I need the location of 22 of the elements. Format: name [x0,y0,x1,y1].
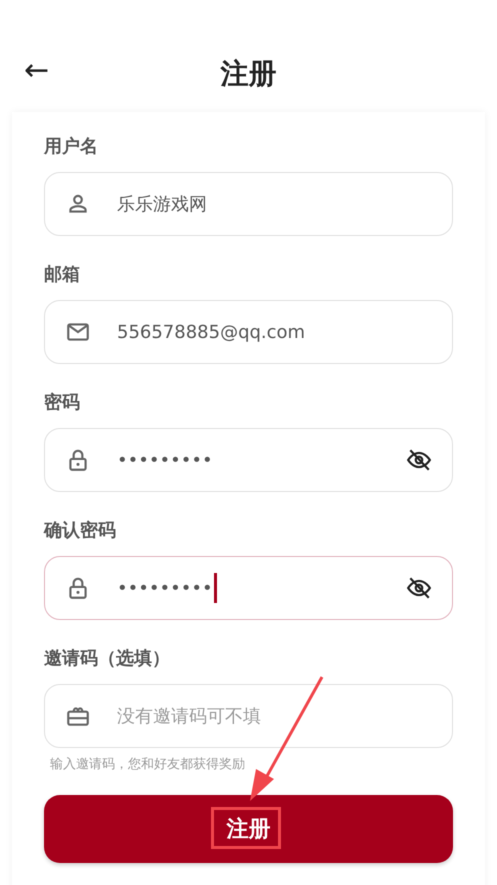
highlight-box [211,807,281,849]
text-caret [214,573,217,603]
input-field[interactable]: ••••••••• [44,556,453,620]
field-label: 密码 [44,391,81,415]
field-label: 邮箱 [44,263,81,287]
eye-off-icon[interactable] [406,447,432,473]
field-value: 乐乐游戏网 [117,193,207,216]
field-placeholder: 没有邀请码可不填 [117,705,261,728]
input-field[interactable]: 556578885@qq.com [44,300,453,364]
field-value: ••••••••• [117,450,213,470]
input-field[interactable]: 乐乐游戏网 [44,172,453,236]
input-field[interactable]: ••••••••• [44,428,453,492]
field-hint: 输入邀请码，您和好友都获得奖励 [50,756,246,773]
field-value: ••••••••• [117,578,213,598]
register-button[interactable]: 注册 [44,795,453,863]
field-value: 556578885@qq.com [117,322,306,342]
eye-off-icon[interactable] [406,575,432,601]
field-label: 确认密码 [44,519,117,543]
field-label: 用户名 [44,135,99,159]
back-button[interactable]: ← [24,52,50,90]
field-label: 邀请码（选填） [44,647,171,671]
page-title: 注册 [220,56,276,92]
